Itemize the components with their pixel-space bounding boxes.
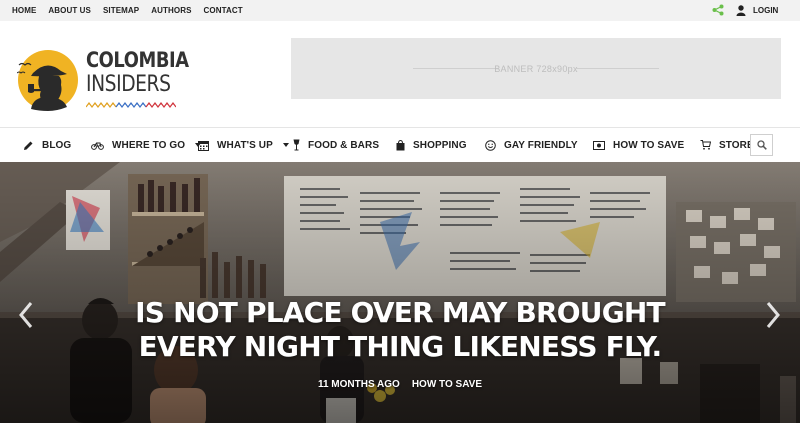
chevron-down-icon (282, 143, 289, 147)
top-nav-sitemap[interactable]: SITEMAP (103, 6, 139, 15)
top-bar: HOME ABOUT US SITEMAP AUTHORS CONTACT LO… (0, 0, 800, 21)
top-nav: HOME ABOUT US SITEMAP AUTHORS CONTACT (12, 0, 243, 21)
logo-zigzag-decoration (86, 102, 176, 108)
nav-item-store[interactable]: STORE (700, 128, 754, 162)
nav-item-shopping[interactable]: SHOPPING (396, 128, 467, 162)
pencil-icon (24, 141, 33, 150)
nav-label-food-bars: FOOD & BARS (308, 139, 380, 151)
nav-item-where-to-go[interactable]: WHERE TO GO (91, 128, 202, 162)
share-icon[interactable] (712, 4, 724, 16)
bicycle-icon (91, 142, 104, 150)
banner-divider-left (413, 68, 498, 69)
banner-text: BANNER 728x90px (494, 63, 578, 74)
nav-item-food-bars[interactable]: FOOD & BARS (293, 128, 379, 162)
top-nav-home[interactable]: HOME (12, 6, 36, 15)
nav-label-how-to-save: HOW TO SAVE (613, 139, 685, 151)
smile-icon (485, 139, 496, 151)
login-label: LOGIN (753, 6, 779, 15)
ad-banner[interactable]: BANNER 728x90px (291, 38, 781, 99)
top-nav-about-us[interactable]: ABOUT US (48, 6, 91, 15)
nav-label-where-to-go: WHERE TO GO (112, 139, 186, 151)
site-header: COLOMBIA INSIDERS BANNER 728x90px (0, 21, 800, 127)
nav-label-blog: BLOG (42, 139, 72, 151)
nav-item-blog[interactable]: BLOG (23, 128, 71, 162)
nav-item-how-to-save[interactable]: HOW TO SAVE (593, 128, 684, 162)
top-nav-contact[interactable]: CONTACT (204, 6, 243, 15)
nav-item-gay-friendly[interactable]: GAY FRIENDLY (485, 128, 578, 162)
mic-icon (293, 139, 300, 151)
logo-text-colombia: COLOMBIA (86, 48, 189, 72)
nav-label-gay-friendly: GAY FRIENDLY (504, 139, 578, 151)
user-icon (736, 5, 746, 16)
money-icon (593, 140, 605, 150)
top-nav-authors[interactable]: AUTHORS (151, 6, 191, 15)
main-nav: BLOG WHERE TO GO WHAT'S UP FOOD & BARS S… (0, 127, 800, 162)
nav-label-whats-up: WHAT'S UP (217, 139, 273, 151)
search-icon (756, 140, 767, 150)
site-logo[interactable]: COLOMBIA INSIDERS (12, 46, 189, 112)
login-link[interactable]: LOGIN (736, 3, 778, 18)
bag-icon (396, 139, 405, 150)
chevron-right-icon[interactable] (765, 301, 781, 329)
logo-text-insiders: INSIDERS (86, 72, 171, 97)
hero-meta: 11 MONTHS AGO HOW TO SAVE (0, 379, 800, 390)
hero-title[interactable]: IS NOT PLACE OVER MAY BROUGHT EVERY NIGH… (100, 296, 700, 364)
nav-item-whats-up[interactable]: WHAT'S UP (198, 128, 289, 162)
chevron-left-icon[interactable] (18, 301, 34, 329)
nav-label-store: STORE (719, 139, 754, 151)
detective-logo-icon (17, 50, 78, 111)
cart-icon (700, 140, 711, 150)
calendar-icon (198, 140, 209, 151)
nav-label-shopping: SHOPPING (413, 139, 467, 151)
hero-slider[interactable]: IS NOT PLACE OVER MAY BROUGHT EVERY NIGH… (0, 162, 800, 423)
hero-time: 11 MONTHS AGO (317, 379, 400, 390)
search-button[interactable] (750, 134, 773, 156)
hero-category[interactable]: HOW TO SAVE (412, 379, 482, 390)
banner-divider-right (574, 68, 659, 69)
